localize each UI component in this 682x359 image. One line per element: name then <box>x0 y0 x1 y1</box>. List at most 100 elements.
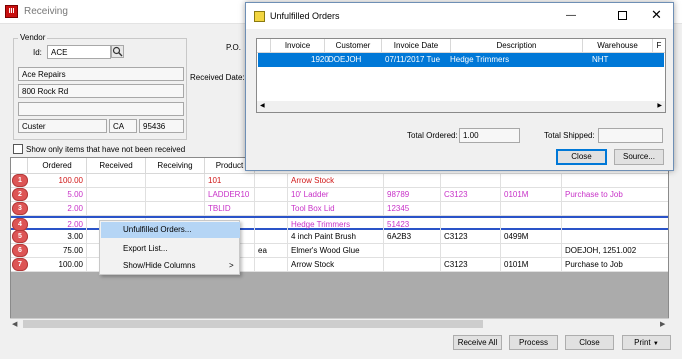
cell-ordered[interactable]: 3.00 <box>28 230 87 244</box>
vendor-address1-field: 800 Rock Rd <box>18 84 184 98</box>
dropdown-arrow-icon: ▼ <box>652 341 659 347</box>
dialog-scroll-left-icon[interactable]: ◀ <box>260 102 265 109</box>
dialog-orders-grid[interactable]: Invoice Customer Invoice Date Descriptio… <box>256 38 666 113</box>
cell-part-number[interactable]: 12345 <box>384 202 441 216</box>
print-button[interactable]: Print ▼ <box>622 335 671 350</box>
cell-unit[interactable] <box>255 230 288 244</box>
cell-note[interactable] <box>562 202 668 216</box>
cell-note[interactable]: DOEJOH, 1251.002 <box>562 244 668 258</box>
total-shipped-label: Total Shipped: <box>544 131 595 140</box>
dialog-close-button[interactable]: Close <box>556 149 607 165</box>
cell-received[interactable] <box>87 202 146 216</box>
cell-product[interactable]: TBLID <box>205 202 255 216</box>
close-icon[interactable]: ✕ <box>651 7 662 23</box>
cell-location[interactable] <box>441 244 501 258</box>
cell-ordered[interactable]: 75.00 <box>28 244 87 258</box>
table-row[interactable]: 1 100.00 101 Arrow Stock <box>11 174 668 188</box>
cell-description[interactable]: Arrow Stock <box>288 174 384 188</box>
po-label: P.O. <box>226 43 241 52</box>
scrollbar-thumb[interactable] <box>23 320 483 328</box>
cell-receiving[interactable] <box>146 174 205 188</box>
dialog-grid-scrollbar[interactable]: ◀ ▶ <box>257 101 665 112</box>
dialog-cell-date: 07/11/2017 Tue <box>385 55 441 64</box>
process-button[interactable]: Process <box>509 335 558 350</box>
cell-description[interactable]: 10' Ladder <box>288 188 384 202</box>
cell-note[interactable] <box>562 174 668 188</box>
dialog-selected-row[interactable]: 1920 DOEJOH 07/11/2017 Tue Hedge Trimmer… <box>258 53 664 67</box>
cell-unit[interactable] <box>255 174 288 188</box>
dialog-column-invoice[interactable]: Invoice <box>271 39 325 53</box>
cell-note[interactable]: Purchase to Job <box>562 188 668 202</box>
cell-ordered[interactable]: 2.00 <box>28 202 87 216</box>
dialog-column-description[interactable]: Description <box>451 39 583 53</box>
receive-all-button[interactable]: Receive All <box>453 335 502 350</box>
cell-location[interactable] <box>441 202 501 216</box>
menu-item-unfulfilled-orders[interactable]: Unfulfilled Orders... <box>101 222 240 238</box>
vendor-id-input[interactable]: ACE <box>47 45 111 59</box>
cell-location[interactable]: C3123 <box>441 258 501 272</box>
column-header-received[interactable]: Received <box>87 158 146 174</box>
close-button[interactable]: Close <box>565 335 614 350</box>
cell-ordered[interactable]: 5.00 <box>28 188 87 202</box>
cell-unit[interactable]: ea <box>255 244 288 258</box>
total-ordered-label: Total Ordered: <box>407 131 458 140</box>
cell-bin[interactable] <box>501 202 562 216</box>
cell-note[interactable] <box>562 230 668 244</box>
scroll-right-icon[interactable]: ▶ <box>660 320 665 328</box>
dialog-row-header <box>257 39 271 53</box>
cell-bin[interactable]: 0499M <box>501 230 562 244</box>
cell-description[interactable]: Elmer's Wood Glue <box>288 244 384 258</box>
cell-unit[interactable] <box>255 258 288 272</box>
cell-part-number[interactable] <box>384 258 441 272</box>
cell-unit[interactable] <box>255 202 288 216</box>
row-number-badge: 6 <box>12 244 28 257</box>
cell-product[interactable]: 101 <box>205 174 255 188</box>
row-number-badge: 2 <box>12 188 28 201</box>
cell-location[interactable]: C3123 <box>441 188 501 202</box>
cell-bin[interactable] <box>501 174 562 188</box>
cell-description[interactable]: Tool Box Lid <box>288 202 384 216</box>
row-number-badge: 5 <box>12 230 28 243</box>
column-header-receiving[interactable]: Receiving <box>146 158 205 174</box>
cell-ordered[interactable]: 100.00 <box>28 258 87 272</box>
cell-bin[interactable]: 0101M <box>501 188 562 202</box>
dialog-column-f[interactable]: F <box>653 39 665 53</box>
cell-product[interactable]: LADDER10 <box>205 188 255 202</box>
dialog-source-button[interactable]: Source... <box>614 149 664 165</box>
row-number-badge: 3 <box>12 202 28 215</box>
cell-note[interactable]: Purchase to Job <box>562 258 668 272</box>
cell-location[interactable] <box>441 174 501 188</box>
minimize-icon[interactable]: — <box>566 10 576 21</box>
cell-part-number[interactable] <box>384 244 441 258</box>
dialog-scroll-right-icon[interactable]: ▶ <box>657 102 662 109</box>
cell-received[interactable] <box>87 188 146 202</box>
cell-description[interactable]: Arrow Stock <box>288 258 384 272</box>
maximize-icon[interactable] <box>618 11 627 20</box>
cell-bin[interactable]: 0101M <box>501 258 562 272</box>
dialog-column-warehouse[interactable]: Warehouse <box>583 39 653 53</box>
show-only-unreceived-label: Show only items that have not been recei… <box>26 145 186 154</box>
menu-item-export-list[interactable]: Export List... <box>101 241 240 257</box>
cell-part-number[interactable]: 6A2B3 <box>384 230 441 244</box>
cell-receiving[interactable] <box>146 202 205 216</box>
menu-item-show-hide-columns[interactable]: Show/Hide Columns > <box>101 258 240 274</box>
column-header-ordered[interactable]: Ordered <box>28 158 87 174</box>
show-only-unreceived-checkbox[interactable] <box>13 144 23 154</box>
receiving-app-icon: III <box>5 5 18 18</box>
row-number-header <box>11 158 28 174</box>
vendor-lookup-button[interactable] <box>111 45 124 58</box>
cell-bin[interactable] <box>501 244 562 258</box>
cell-ordered[interactable]: 100.00 <box>28 174 87 188</box>
cell-received[interactable] <box>87 174 146 188</box>
cell-part-number[interactable] <box>384 174 441 188</box>
dialog-column-invoice-date[interactable]: Invoice Date <box>382 39 451 53</box>
table-row[interactable]: 3 2.00 TBLID Tool Box Lid 12345 <box>11 202 668 216</box>
cell-part-number[interactable]: 98789 <box>384 188 441 202</box>
cell-location[interactable]: C3123 <box>441 230 501 244</box>
cell-description[interactable]: 4 inch Paint Brush <box>288 230 384 244</box>
cell-receiving[interactable] <box>146 188 205 202</box>
dialog-column-customer[interactable]: Customer <box>325 39 382 53</box>
scroll-left-icon[interactable]: ◀ <box>12 320 17 328</box>
cell-unit[interactable] <box>255 188 288 202</box>
table-row[interactable]: 2 5.00 LADDER10 10' Ladder 98789 C3123 0101M Pu… <box>11 188 668 202</box>
